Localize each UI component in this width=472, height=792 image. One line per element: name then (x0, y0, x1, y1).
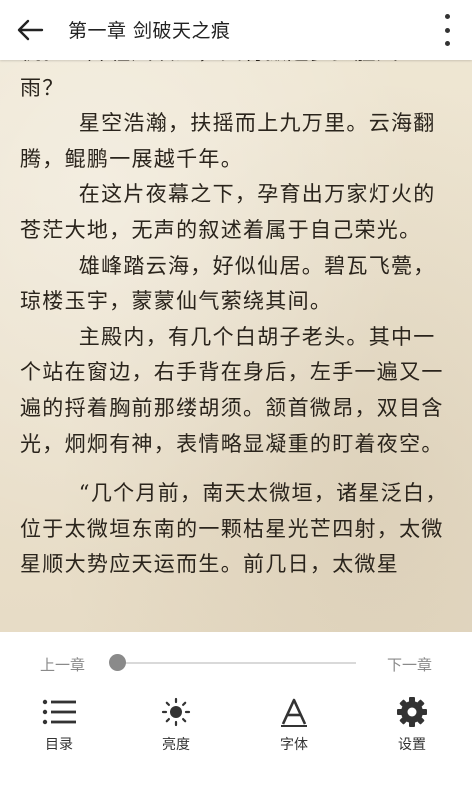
back-arrow-icon (17, 19, 44, 41)
reader-control-panel: 上一章 下一章 目录 亮度 字体 设置 (0, 632, 472, 792)
next-chapter-button[interactable]: 下一章 (387, 654, 432, 675)
toc-button[interactable]: 目录 (14, 692, 104, 762)
prev-chapter-button[interactable]: 上一章 (40, 654, 85, 675)
brightness-icon (161, 697, 191, 727)
gear-icon (397, 697, 427, 727)
paragraph: “几个月前，南天太微垣，诸星泛白，位于太微垣东南的一颗枯星光芒四射，太微星顺大势… (20, 481, 448, 577)
settings-label: 设置 (398, 737, 426, 753)
settings-button[interactable]: 设置 (367, 692, 457, 762)
toc-label: 目录 (45, 737, 73, 753)
font-icon (281, 698, 307, 727)
top-bar: 第一章 剑破天之痕 (0, 0, 472, 60)
brightness-button[interactable]: 亮度 (131, 692, 221, 762)
bottom-toolbar: 目录 亮度 字体 设置 (0, 692, 472, 772)
brightness-label: 亮度 (162, 737, 190, 753)
more-vertical-icon (444, 14, 450, 19)
paragraph: 星空浩瀚，扶摇而上九万里。云海翻腾，鲲鹏一展越千年。 (20, 111, 436, 171)
more-options-button[interactable] (440, 14, 454, 46)
font-label: 字体 (280, 737, 308, 753)
back-button[interactable] (10, 12, 50, 48)
list-icon (42, 699, 76, 725)
reading-area[interactable]: 机。一阵轻风吹过，又将掀起多少腥风血雨？ 星空浩瀚，扶摇而上九万里。云海翻腾，鲲… (0, 0, 472, 632)
font-button[interactable]: 字体 (249, 692, 339, 762)
chapter-content: 机。一阵轻风吹过，又将掀起多少腥风血雨？ 星空浩瀚，扶摇而上九万里。云海翻腾，鲲… (20, 35, 450, 583)
chapter-title: 第一章 剑破天之痕 (68, 20, 231, 42)
paragraph: 主殿内，有几个白胡子老头。其中一个站在窗边，右手背在身后，左手一遍又一遍的捋着胸… (20, 324, 444, 456)
paragraph: 在这片夜幕之下，孕育出万家灯火的苍茫大地，无声的叙述着属于自己荣光。 (20, 182, 436, 242)
progress-knob[interactable] (109, 654, 126, 671)
paragraph: 雄峰踏云海，好似仙居。碧瓦飞甍，琼楼玉宇，蒙蒙仙气萦绕其间。 (20, 253, 436, 314)
chapter-progress-slider[interactable] (109, 654, 356, 671)
